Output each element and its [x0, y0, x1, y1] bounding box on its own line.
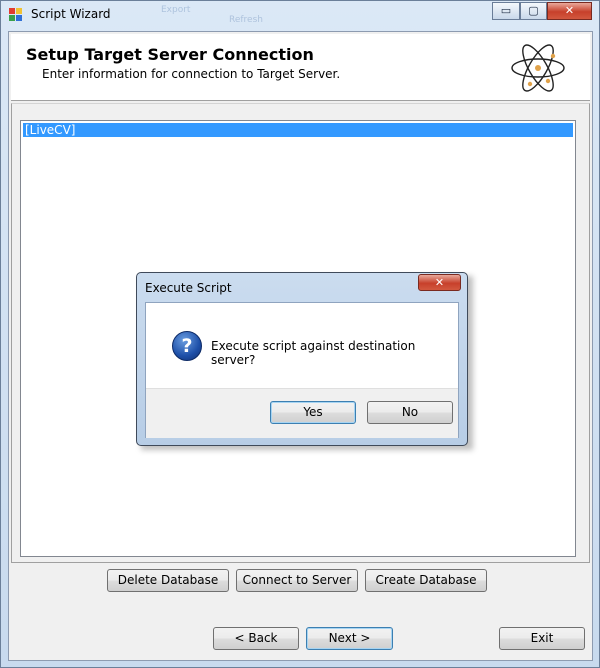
- execute-script-dialog: Execute Script ✕ ? Execute script agains…: [136, 272, 468, 446]
- next-button[interactable]: Next >: [306, 627, 393, 650]
- question-icon: ?: [172, 331, 202, 361]
- create-database-button[interactable]: Create Database: [365, 569, 487, 592]
- maximize-button[interactable]: ▢: [520, 2, 547, 20]
- ghost-export-label: Export: [161, 5, 191, 15]
- dialog-close-button[interactable]: ✕: [418, 274, 461, 291]
- minimize-button[interactable]: ▭: [492, 2, 520, 20]
- atom-icon: [511, 44, 565, 92]
- dialog-title: Execute Script: [145, 281, 232, 295]
- exit-button[interactable]: Exit: [499, 627, 585, 650]
- connect-to-server-button[interactable]: Connect to Server: [236, 569, 358, 592]
- dialog-message: Execute script against destination serve…: [211, 339, 416, 367]
- page-title: Setup Target Server Connection: [26, 45, 314, 64]
- back-button[interactable]: < Back: [213, 627, 299, 650]
- close-button[interactable]: ✕: [547, 2, 592, 20]
- no-button[interactable]: No: [367, 401, 453, 424]
- server-list-item[interactable]: [LiveCV]: [23, 123, 573, 137]
- ghost-refresh-label: Refresh: [229, 15, 263, 25]
- app-icon: [9, 8, 23, 21]
- page-subtitle: Enter information for connection to Targ…: [42, 67, 341, 81]
- title-bar[interactable]: Script Wizard Export Refresh ▭ ▢ ✕: [1, 1, 599, 29]
- delete-database-button[interactable]: Delete Database: [107, 569, 229, 592]
- window-title: Script Wizard: [31, 7, 111, 21]
- yes-button[interactable]: Yes: [270, 401, 356, 424]
- wizard-header: Setup Target Server Connection Enter inf…: [11, 34, 590, 101]
- dialog-button-bar: Yes No: [146, 388, 458, 438]
- dialog-body: ? Execute script against destination ser…: [145, 302, 459, 438]
